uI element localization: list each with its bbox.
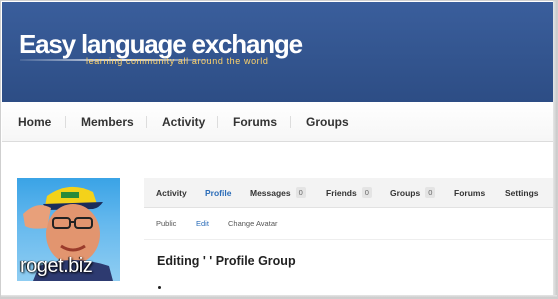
avatar[interactable]: roget.biz: [17, 178, 120, 281]
profile-nav-activity[interactable]: Activity: [156, 178, 187, 208]
nav-forums[interactable]: Forums: [233, 102, 277, 142]
site-logo-title[interactable]: Easy language exchange: [19, 29, 303, 59]
profile-nav-friends[interactable]: Friends 0: [326, 178, 372, 208]
profile-nav-groups-label: Groups: [390, 188, 421, 198]
page-title: Editing ' ' Profile Group: [157, 254, 296, 268]
nav-groups[interactable]: Groups: [306, 102, 349, 142]
nav-home[interactable]: Home: [18, 102, 51, 142]
messages-count-badge: 0: [295, 187, 306, 198]
profile-nav-friends-label: Friends: [326, 188, 357, 198]
nav-divider: [217, 116, 218, 128]
nav-members[interactable]: Members: [81, 102, 134, 142]
friends-count-badge: 0: [361, 187, 372, 198]
page-shadow-right: [553, 1, 557, 298]
profile-nav-groups[interactable]: Groups 0: [390, 178, 436, 208]
main-navigation: Home Members Activity Forums Groups: [2, 102, 554, 142]
bullet-marker: [158, 286, 161, 289]
tab-edit[interactable]: Edit: [196, 208, 209, 240]
nav-divider: [146, 116, 147, 128]
profile-nav-profile[interactable]: Profile: [205, 178, 231, 208]
page-shadow-bottom: [1, 295, 557, 298]
groups-count-badge: 0: [425, 187, 436, 198]
profile-nav-settings[interactable]: Settings: [505, 178, 539, 208]
site-tagline: learning community all around the world: [86, 56, 269, 66]
profile-nav-messages-label: Messages: [250, 188, 291, 198]
nav-activity[interactable]: Activity: [162, 102, 205, 142]
profile-nav-messages[interactable]: Messages 0: [250, 178, 306, 208]
nav-divider: [290, 116, 291, 128]
avatar-caption: roget.biz: [20, 255, 93, 277]
nav-divider: [65, 116, 66, 128]
tab-public[interactable]: Public: [156, 208, 176, 240]
profile-tabs: Public Edit Change Avatar: [144, 208, 554, 240]
profile-navigation: Activity Profile Messages 0 Friends 0 Grou…: [144, 178, 554, 208]
page-frame: Easy language exchange learning communit…: [0, 0, 558, 299]
profile-nav-forums[interactable]: Forums: [454, 178, 485, 208]
tab-change-avatar[interactable]: Change Avatar: [228, 208, 277, 240]
site-header: Easy language exchange learning communit…: [2, 2, 554, 102]
